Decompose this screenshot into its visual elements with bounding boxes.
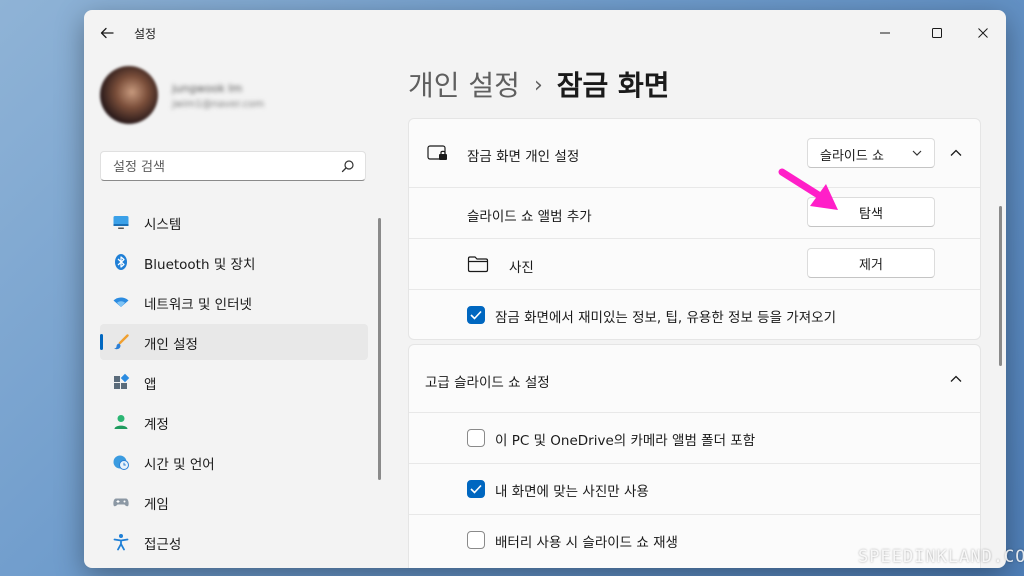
sidebar-item-label: 시스템 xyxy=(144,217,182,233)
sidebar-item-label: 개인 설정 xyxy=(144,337,198,353)
fit-screen-checkbox[interactable] xyxy=(467,480,485,498)
option-row: 이 PC 및 OneDrive의 카메라 앨범 폴더 포함 xyxy=(409,413,980,463)
breadcrumb-parent[interactable]: 개인 설정 xyxy=(408,69,520,102)
minimize-icon xyxy=(880,32,890,34)
app-title: 설정 xyxy=(134,27,157,41)
folder-icon xyxy=(467,256,489,273)
album-folder-row: 사진 제거 xyxy=(409,239,980,289)
sidebar-item-accounts[interactable]: 계정 xyxy=(100,404,368,440)
sidebar-item-personalization[interactable]: 개인 설정 xyxy=(100,324,368,360)
fun-facts-label: 잠금 화면에서 재미있는 정보, 팁, 유용한 정보 등을 가져오기 xyxy=(495,310,836,326)
brush-icon xyxy=(114,334,129,350)
sidebar-item-label: 앱 xyxy=(144,377,157,393)
annotation-arrow-icon xyxy=(778,168,838,210)
remove-button[interactable]: 제거 xyxy=(807,248,935,278)
sidebar-item-apps[interactable]: 앱 xyxy=(100,364,368,400)
battery-slideshow-checkbox[interactable] xyxy=(467,531,485,549)
lockscreen-personalize-label: 잠금 화면 개인 설정 xyxy=(467,149,580,165)
sidebar-item-label: 접근성 xyxy=(144,537,182,553)
sidebar-item-label: 게임 xyxy=(144,497,169,513)
folder-name: 사진 xyxy=(509,260,534,276)
search-box xyxy=(100,151,366,182)
maximize-icon xyxy=(932,28,942,38)
bluetooth-icon xyxy=(115,254,127,270)
advanced-slideshow-header[interactable]: 고급 슬라이드 쇼 설정 xyxy=(409,345,980,412)
camera-roll-checkbox[interactable] xyxy=(467,429,485,447)
close-icon xyxy=(978,28,988,38)
sidebar-item-label: 시간 및 언어 xyxy=(144,457,215,473)
sidebar-item-network[interactable]: 네트워크 및 인터넷 xyxy=(100,284,368,320)
option-row: 내 화면에 맞는 사진만 사용 xyxy=(409,464,980,514)
globe-clock-icon xyxy=(113,455,129,470)
chevron-down-icon xyxy=(912,150,922,156)
lockscreen-settings-card: 잠금 화면 개인 설정 슬라이드 쇼 슬라이드 쇼 앨범 추가 탐색 사진 제거 xyxy=(408,118,981,340)
fun-facts-row: 잠금 화면에서 재미있는 정보, 팁, 유용한 정보 등을 가져오기 xyxy=(409,290,980,340)
close-button[interactable] xyxy=(966,18,1000,48)
sidebar-item-label: Bluetooth 및 장치 xyxy=(144,257,256,273)
back-arrow-icon xyxy=(100,27,114,39)
lockscreen-personalize-row[interactable]: 잠금 화면 개인 설정 슬라이드 쇼 xyxy=(409,119,980,187)
checkmark-icon xyxy=(470,310,482,320)
monitor-icon xyxy=(113,216,129,229)
title-bar: 설정 xyxy=(84,10,1006,54)
chevron-up-icon[interactable] xyxy=(947,144,965,162)
add-album-row: 슬라이드 쇼 앨범 추가 탐색 xyxy=(409,188,980,238)
page-title: 잠금 화면 xyxy=(556,69,670,102)
main-scrollbar[interactable] xyxy=(999,206,1002,366)
breadcrumb: 개인 설정 › 잠금 화면 xyxy=(408,64,670,104)
battery-slideshow-label: 배터리 사용 시 슬라이드 쇼 재생 xyxy=(495,535,678,551)
lockscreen-type-dropdown[interactable]: 슬라이드 쇼 xyxy=(807,138,935,168)
person-icon xyxy=(114,415,128,429)
advanced-slideshow-card: 고급 슬라이드 쇼 설정 이 PC 및 OneDrive의 카메라 앨범 폴더 … xyxy=(408,344,981,568)
sidebar-item-bluetooth[interactable]: Bluetooth 및 장치 xyxy=(100,244,368,280)
accessibility-icon xyxy=(113,534,129,551)
profile-name: jungwook Im xyxy=(172,82,243,95)
search-icon[interactable] xyxy=(341,159,355,173)
settings-window: 설정 jungwook Im jwim1@naver.com 설정 검색 시스템… xyxy=(84,10,1006,568)
sidebar-nav: 시스템 Bluetooth 및 장치 네트워크 및 인터넷 개인 설정 앱 계정… xyxy=(100,204,368,564)
dropdown-value: 슬라이드 쇼 xyxy=(820,149,884,164)
apps-icon xyxy=(114,373,130,389)
sidebar-item-accessibility[interactable]: 접근성 xyxy=(100,524,368,560)
advanced-slideshow-label: 고급 슬라이드 쇼 설정 xyxy=(425,375,550,391)
lockscreen-icon xyxy=(427,145,447,160)
profile-email: jwim1@naver.com xyxy=(172,99,265,110)
avatar xyxy=(100,66,158,124)
search-input[interactable] xyxy=(111,152,335,182)
sidebar-item-time-language[interactable]: 시간 및 언어 xyxy=(100,444,368,480)
sidebar-item-system[interactable]: 시스템 xyxy=(100,204,368,240)
camera-roll-label: 이 PC 및 OneDrive의 카메라 앨범 폴더 포함 xyxy=(495,433,756,449)
breadcrumb-separator: › xyxy=(533,73,543,98)
wifi-icon xyxy=(113,297,129,307)
sidebar-item-label: 네트워크 및 인터넷 xyxy=(144,297,252,313)
maximize-button[interactable] xyxy=(920,18,954,48)
fun-facts-checkbox[interactable] xyxy=(467,306,485,324)
fit-screen-label: 내 화면에 맞는 사진만 사용 xyxy=(495,484,649,500)
add-album-label: 슬라이드 쇼 앨범 추가 xyxy=(467,209,592,225)
sidebar-scrollbar[interactable] xyxy=(378,218,381,480)
sidebar-item-gaming[interactable]: 게임 xyxy=(100,484,368,520)
watermark: SPEEDINKLAND.COM xyxy=(858,547,1024,567)
chevron-up-icon[interactable] xyxy=(947,370,965,388)
back-button[interactable] xyxy=(98,24,116,42)
checkmark-icon xyxy=(470,484,482,494)
minimize-button[interactable] xyxy=(868,18,902,48)
gamepad-icon xyxy=(113,498,129,507)
sidebar-item-label: 계정 xyxy=(144,417,169,433)
